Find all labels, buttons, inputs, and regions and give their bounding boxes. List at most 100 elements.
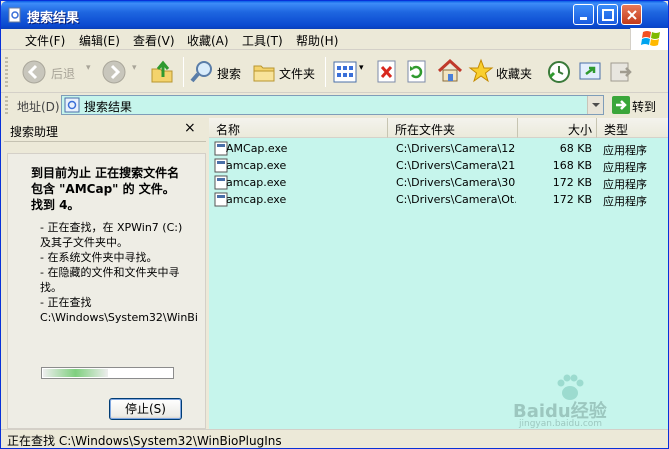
status-bar: 正在查找 C:\Windows\System32\WinBioPlugIns (1, 429, 668, 448)
back-label[interactable]: 后退 (51, 65, 75, 82)
close-button[interactable] (621, 4, 642, 25)
search-bullet: - 正在查找 C:\Windows\System32\WinBi (40, 296, 198, 324)
chevron-down-icon (592, 103, 600, 107)
folder-icon (253, 65, 275, 82)
home-button[interactable] (437, 58, 463, 87)
result-size: 68 KB (559, 142, 592, 155)
result-folder: C:\Drivers\Camera\211 (396, 159, 516, 172)
search-button[interactable] (189, 59, 215, 88)
map-drive-button[interactable] (577, 59, 603, 88)
result-row[interactable]: AMCap.exe C:\Drivers\Camera\120 68 KB 应用… (209, 140, 668, 157)
search-companion-pane: 搜索助理 × 到目前为止 正在搜索文件名包含 "AMCap" 的 文件。 找到 … (4, 118, 206, 429)
search-status-panel: 到目前为止 正在搜索文件名包含 "AMCap" 的 文件。 找到 4。 - 正在… (7, 153, 206, 429)
disconnect-drive-icon (610, 62, 632, 82)
views-dropdown-arrow-icon[interactable]: ▾ (359, 63, 364, 73)
status-text: 正在查找 C:\Windows\System32\WinBioPlugIns (7, 434, 282, 448)
favorites-button[interactable] (468, 58, 494, 87)
results-list[interactable]: 名称 所在文件夹 大小 类型 AMCap.exe C:\Drivers\Came… (209, 118, 668, 429)
delete-icon (377, 60, 396, 83)
column-header-size[interactable]: 大小 (518, 118, 597, 138)
folders-button[interactable] (251, 59, 277, 88)
disconnect-drive-button[interactable] (608, 59, 634, 88)
result-size: 172 KB (552, 176, 592, 189)
result-name: amcap.exe (226, 193, 287, 206)
maximize-icon (602, 9, 614, 21)
menu-view[interactable]: 查看(V) (133, 32, 175, 49)
result-row[interactable]: amcap.exe C:\Drivers\Camera\Ot... 172 KB… (209, 191, 668, 208)
home-icon (437, 58, 463, 82)
history-button[interactable] (546, 59, 572, 88)
column-header-type[interactable]: 类型 (597, 118, 668, 138)
result-size: 168 KB (552, 159, 592, 172)
menu-help[interactable]: 帮助(H) (296, 32, 338, 49)
result-row[interactable]: amcap.exe C:\Drivers\Camera\305 172 KB 应… (209, 174, 668, 191)
baidu-watermark: Baidu经验 jingyan.baidu.com (513, 373, 663, 429)
forward-arrow-icon (102, 60, 126, 84)
result-row[interactable]: amcap.exe C:\Drivers\Camera\211 168 KB 应… (209, 157, 668, 174)
go-button[interactable]: 转到 (610, 95, 668, 115)
back-button[interactable] (21, 59, 47, 88)
up-folder-button[interactable] (149, 59, 175, 88)
search-magnifier-icon (190, 61, 212, 83)
search-progress-bar (41, 367, 174, 379)
toolbar-separator (325, 57, 326, 87)
menu-file[interactable]: 文件(F) (25, 32, 65, 49)
views-grid-icon (333, 61, 357, 83)
search-document-icon (8, 7, 21, 23)
toolbar: 后退 ▾ ▾ 搜索 文件夹 ▾ 收藏夹 (1, 51, 668, 93)
address-dropdown[interactable] (587, 96, 603, 114)
menu-tools[interactable]: 工具(T) (242, 32, 283, 49)
go-arrow-icon (612, 96, 630, 114)
result-type: 应用程序 (603, 144, 647, 157)
result-folder: C:\Drivers\Camera\305 (396, 176, 516, 189)
watermark-url: jingyan.baidu.com (519, 419, 603, 429)
menu-favorites[interactable]: 收藏(A) (187, 32, 229, 49)
back-arrow-icon (22, 60, 46, 84)
menu-bar: 文件(F) 编辑(E) 查看(V) 收藏(A) 工具(T) 帮助(H) (1, 29, 668, 50)
windows-logo (630, 28, 668, 50)
explorer-window: 搜索结果 文件(F) 编辑(E) 查看(V) 收藏(A) 工具(T) 帮助(H) (0, 0, 669, 449)
result-type: 应用程序 (603, 195, 647, 208)
result-name: AMCap.exe (226, 142, 288, 155)
go-label: 转到 (632, 100, 657, 114)
maximize-button[interactable] (597, 4, 618, 25)
search-bullet: - 在隐藏的文件和文件夹中寻找。 (40, 266, 180, 294)
refresh-button[interactable] (405, 59, 429, 88)
forward-button[interactable] (101, 59, 127, 88)
favorites-label[interactable]: 收藏夹 (496, 65, 532, 82)
address-value: 搜索结果 (84, 100, 133, 114)
minimize-button[interactable] (573, 4, 594, 25)
address-grip[interactable] (5, 96, 8, 114)
result-folder: C:\Drivers\Camera\Ot... (396, 193, 516, 206)
delete-button[interactable] (375, 59, 399, 88)
up-folder-icon (151, 60, 173, 83)
result-name: amcap.exe (226, 159, 287, 172)
back-dropdown-arrow-icon[interactable]: ▾ (86, 63, 91, 73)
address-input[interactable]: 搜索结果 (61, 95, 604, 115)
history-clock-icon (548, 61, 570, 83)
search-bullet: - 在系统文件夹中寻找。 (40, 251, 158, 264)
star-icon (468, 58, 494, 83)
progress-fill (43, 369, 108, 377)
stop-button[interactable]: 停止(S) (109, 398, 182, 420)
result-type: 应用程序 (603, 178, 647, 191)
views-button[interactable] (333, 60, 357, 87)
search-label[interactable]: 搜索 (217, 65, 241, 82)
pane-close-icon[interactable]: × (184, 120, 196, 136)
title-bar[interactable]: 搜索结果 (1, 1, 668, 29)
window-title: 搜索结果 (27, 11, 80, 26)
menu-edit[interactable]: 编辑(E) (79, 32, 120, 49)
column-header-folder[interactable]: 所在文件夹 (388, 118, 518, 138)
folders-label[interactable]: 文件夹 (279, 65, 315, 82)
toolbar-separator (183, 57, 184, 87)
column-header-name[interactable]: 名称 (209, 118, 388, 138)
pane-header: 搜索助理 × (4, 118, 206, 142)
forward-dropdown-arrow-icon[interactable]: ▾ (132, 63, 137, 73)
close-icon (627, 10, 637, 20)
result-type: 应用程序 (603, 161, 647, 174)
windows-flag-icon (641, 31, 660, 46)
search-bullet: - 正在查找，在 XPWin7 (C:) 及其子文件夹中。 (40, 221, 183, 249)
toolbar-grip[interactable] (5, 57, 8, 87)
map-drive-icon (579, 62, 601, 80)
refresh-icon (407, 60, 426, 83)
